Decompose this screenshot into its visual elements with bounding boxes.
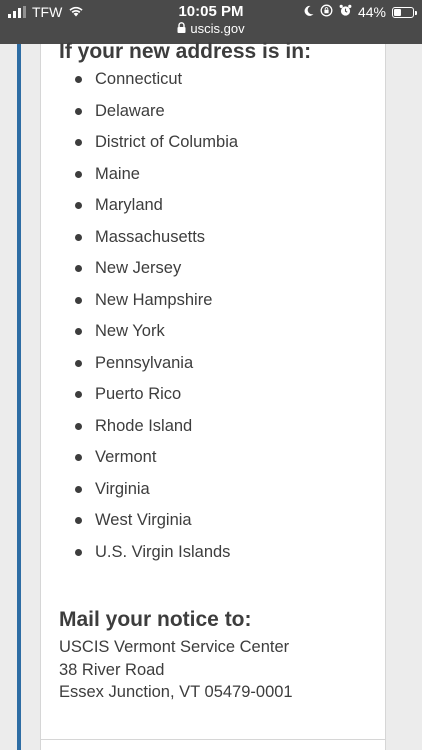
battery-percent: 44% — [357, 4, 386, 20]
list-item: Connecticut — [59, 67, 238, 99]
mail-heading: Mail your notice to: — [59, 608, 252, 631]
content-card: If your new address is in: Connecticut De… — [40, 40, 386, 750]
list-item: New Jersey — [59, 256, 238, 288]
list-item: Rhode Island — [59, 414, 238, 446]
list-item: New York — [59, 319, 238, 351]
list-item: Virginia — [59, 477, 238, 509]
list-item: Puerto Rico — [59, 382, 238, 414]
battery-tip — [415, 10, 417, 15]
card-divider — [41, 739, 385, 740]
status-right: 44% — [303, 4, 417, 20]
list-item: Pennsylvania — [59, 351, 238, 383]
accent-bar — [17, 44, 21, 750]
url-text: uscis.gov — [190, 21, 245, 36]
address-line: 38 River Road — [59, 660, 165, 679]
moon-icon — [303, 4, 314, 20]
battery-icon — [392, 6, 417, 18]
lock-icon — [177, 20, 186, 38]
list-item: U.S. Virgin Islands — [59, 540, 238, 572]
battery-level-fill — [394, 8, 401, 16]
list-item: Vermont — [59, 445, 238, 477]
address-line: Essex Junction, VT 05479-0001 — [59, 683, 293, 701]
address-line: USCIS Vermont Service Center — [59, 638, 290, 656]
page-content: If your new address is in: Connecticut De… — [0, 40, 422, 750]
address-heading: If your new address is in: — [59, 40, 312, 63]
list-item: West Virginia — [59, 508, 238, 540]
list-item: Massachusetts — [59, 225, 238, 257]
mail-address: USCIS Vermont Service Center 38 River Roa… — [59, 636, 293, 704]
orientation-lock-icon — [320, 4, 333, 20]
list-item: Maryland — [59, 193, 238, 225]
list-item: District of Columbia — [59, 130, 238, 162]
list-item: Maine — [59, 162, 238, 194]
list-item: New Hampshire — [59, 288, 238, 320]
state-list: Connecticut Delaware District of Columbia M… — [59, 67, 238, 571]
url-bar[interactable]: uscis.gov — [0, 20, 422, 38]
list-item: Delaware — [59, 99, 238, 131]
status-bar: TFW 10:05 PM uscis.gov 44% — [0, 0, 422, 44]
alarm-icon — [339, 4, 352, 20]
